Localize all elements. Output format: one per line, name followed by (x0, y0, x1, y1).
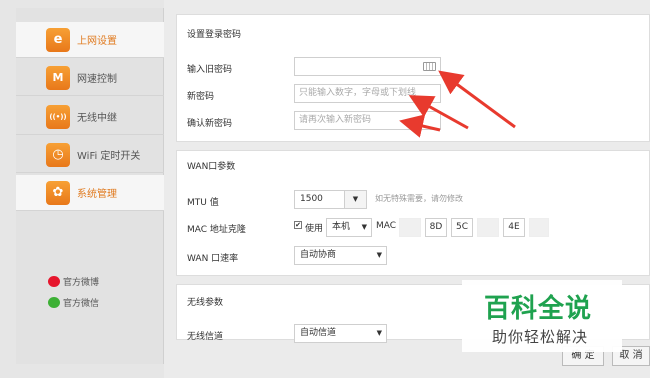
watermark: 百科全说 助你轻松解决 (462, 280, 622, 352)
arrow-new-password (408, 95, 469, 130)
watermark-subtitle: 助你轻松解决 (492, 328, 589, 346)
arrow-confirm-password (399, 114, 441, 138)
watermark-title: 百科全说 (484, 294, 593, 324)
